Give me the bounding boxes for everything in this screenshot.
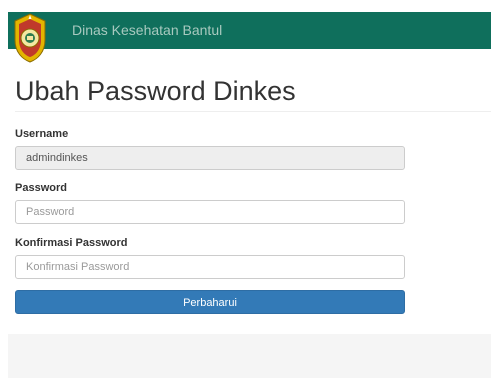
title-divider [15,111,491,112]
page-title: Ubah Password Dinkes [15,76,296,106]
password-field[interactable] [15,200,405,224]
confirm-password-field[interactable] [15,255,405,279]
update-button[interactable]: Perbaharui [15,290,405,314]
password-label: Password [15,182,67,194]
crest-emblem-icon[interactable] [12,12,48,64]
brand-name[interactable]: Dinas Kesehatan Bantul [72,22,222,38]
username-field[interactable] [15,146,405,170]
top-navbar: Dinas Kesehatan Bantul [8,12,491,49]
footer-area [8,334,491,378]
confirm-password-label: Konfirmasi Password [15,237,128,249]
username-label: Username [15,128,69,140]
